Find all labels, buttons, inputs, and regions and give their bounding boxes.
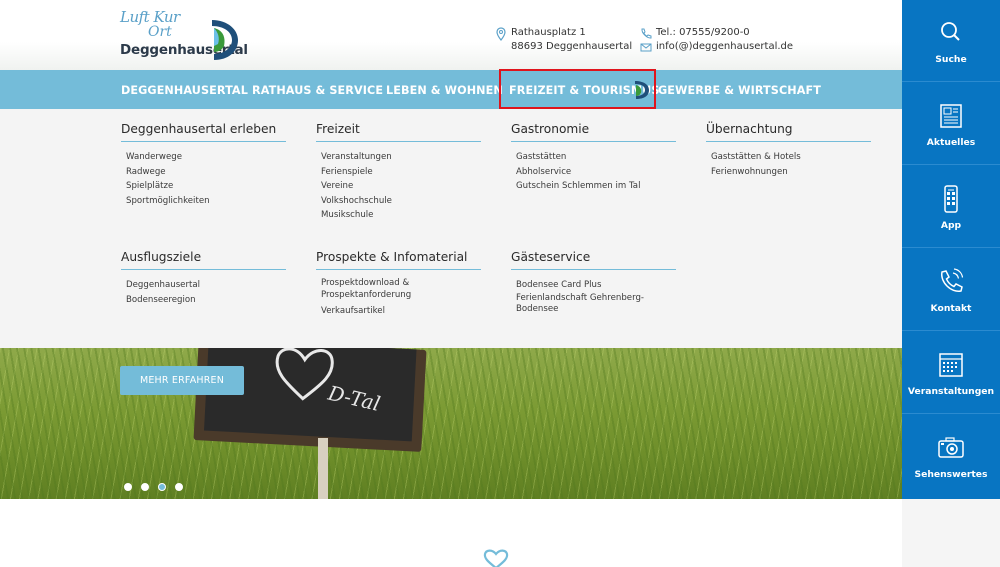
menu-link[interactable]: Ferienwohnungen bbox=[711, 165, 871, 180]
phone-icon bbox=[641, 28, 652, 39]
slider-dot[interactable] bbox=[141, 483, 149, 491]
phone-icon bbox=[941, 268, 964, 292]
menu-column-title: Prospekte & Infomaterial bbox=[316, 250, 481, 270]
menu-link[interactable]: Musikschule bbox=[321, 208, 481, 223]
menu-link[interactable]: Gaststätten & Hotels bbox=[711, 150, 871, 165]
sidebar-item-label: Sehenswertes bbox=[914, 469, 988, 480]
menu-link[interactable]: Bodenseeregion bbox=[126, 293, 286, 308]
heart-icon bbox=[483, 549, 509, 567]
slider-dot[interactable] bbox=[175, 483, 183, 491]
menu-link[interactable]: Volkshochschule bbox=[321, 194, 481, 209]
sidebar-item-label: App bbox=[940, 220, 962, 231]
menu-column-gastronomie: Gastronomie Gaststätten Abholservice Gut… bbox=[511, 122, 676, 194]
smartphone-icon bbox=[944, 185, 958, 213]
nav-item-deggenhausertal[interactable]: DEGGENHAUSERTAL bbox=[121, 70, 248, 109]
menu-column-title: Deggenhausertal erleben bbox=[121, 122, 286, 142]
location-pin-icon bbox=[496, 27, 506, 41]
email-link[interactable]: info(@)deggenhausertal.de bbox=[656, 40, 793, 54]
sidebar-item-aktuelles[interactable]: Aktuelles bbox=[902, 83, 1000, 165]
menu-link[interactable]: Deggenhausertal bbox=[126, 278, 286, 293]
menu-link[interactable]: Gutschein Schlemmen im Tal bbox=[516, 179, 676, 194]
menu-link[interactable]: Prospektdownload & Prospektanforderung bbox=[321, 278, 431, 301]
more-info-button[interactable]: MEHR ERFAHREN bbox=[120, 366, 244, 395]
phone-number[interactable]: Tel.: 07555/9200-0 bbox=[656, 26, 793, 40]
sidebar-item-label: Aktuelles bbox=[926, 137, 976, 148]
site-logo[interactable]: Luft Kur Ort Deggenhausertal bbox=[120, 8, 248, 64]
sidebar-item-label: Suche bbox=[935, 54, 967, 65]
newspaper-icon bbox=[940, 104, 962, 128]
menu-column-gaesteservice: Gästeservice Bodensee Card Plus Ferienla… bbox=[511, 250, 676, 319]
content-section bbox=[0, 499, 902, 567]
logo-script-line2: Ort bbox=[148, 24, 172, 40]
menu-link[interactable]: Radwege bbox=[126, 165, 286, 180]
search-icon bbox=[941, 22, 960, 41]
menu-link[interactable]: Ferienlandschaft Gehrenberg-Bodensee bbox=[516, 293, 646, 316]
slider-dot[interactable] bbox=[124, 483, 132, 491]
menu-column-title: Übernachtung bbox=[706, 122, 871, 142]
menu-link[interactable]: Bodensee Card Plus bbox=[516, 278, 676, 293]
sidebar-item-label: Kontakt bbox=[930, 303, 972, 314]
menu-column-freizeit: Freizeit Veranstaltungen Ferienspiele Ve… bbox=[316, 122, 481, 223]
logo-mark-icon bbox=[212, 20, 238, 60]
address-line-2: 88693 Deggenhausertal bbox=[511, 41, 633, 52]
menu-column-prospekte: Prospekte & Infomaterial Prospektdownloa… bbox=[316, 250, 481, 319]
menu-link[interactable]: Veranstaltungen bbox=[321, 150, 481, 165]
menu-link[interactable]: Verkaufsartikel bbox=[321, 304, 481, 319]
menu-column-title: Gästeservice bbox=[511, 250, 676, 270]
main-nav: DEGGENHAUSERTAL RATHAUS & SERVICE LEBEN … bbox=[0, 70, 902, 109]
menu-link[interactable]: Ferienspiele bbox=[321, 165, 481, 180]
nav-active-highlight bbox=[499, 69, 656, 109]
menu-link[interactable]: Gaststätten bbox=[516, 150, 676, 165]
menu-link[interactable]: Abholservice bbox=[516, 165, 676, 180]
menu-column-ausflugsziele: Ausflugsziele Deggenhausertal Bodenseere… bbox=[121, 250, 286, 307]
contact-address: Rathausplatz 1 88693 Deggenhausertal bbox=[495, 26, 632, 54]
menu-column-title: Gastronomie bbox=[511, 122, 676, 142]
contact-phone-email: Tel.: 07555/9200-0 info(@)deggenhauserta… bbox=[640, 26, 793, 54]
menu-link[interactable]: Sportmöglichkeiten bbox=[126, 194, 286, 209]
mail-icon bbox=[640, 43, 652, 52]
site-header: Luft Kur Ort Deggenhausertal Rathausplat… bbox=[0, 0, 902, 70]
camera-icon bbox=[938, 437, 964, 458]
hero-chalkboard-image: D-Tal bbox=[193, 348, 427, 452]
logo-script-line1: Luft Kur bbox=[120, 8, 180, 26]
sidebar-item-label: Veranstaltungen bbox=[907, 386, 995, 397]
slider-dot-active[interactable] bbox=[158, 483, 166, 491]
sidebar-item-suche[interactable]: Suche bbox=[902, 0, 1000, 82]
sidebar-item-app[interactable]: App bbox=[902, 166, 1000, 248]
menu-column-title: Freizeit bbox=[316, 122, 481, 142]
nav-item-leben-wohnen[interactable]: LEBEN & WOHNEN bbox=[386, 70, 503, 109]
menu-link[interactable]: Spielplätze bbox=[126, 179, 286, 194]
sidebar-item-veranstaltungen[interactable]: Veranstaltungen bbox=[902, 332, 1000, 414]
menu-column-erleben: Deggenhausertal erleben Wanderwege Radwe… bbox=[121, 122, 286, 208]
sidebar-bottom-area bbox=[902, 499, 1000, 567]
sidebar-item-sehenswertes[interactable]: Sehenswertes bbox=[902, 415, 1000, 497]
quick-links-sidebar: Suche Aktuelles App Kontakt Veranstaltun… bbox=[902, 0, 1000, 499]
nav-item-gewerbe-wirtschaft[interactable]: GEWERBE & WIRTSCHAFT bbox=[658, 70, 821, 109]
chalkboard-stake bbox=[318, 438, 328, 499]
sidebar-item-kontakt[interactable]: Kontakt bbox=[902, 249, 1000, 331]
address-line-1: Rathausplatz 1 bbox=[511, 27, 586, 38]
menu-column-title: Ausflugsziele bbox=[121, 250, 286, 270]
calendar-icon bbox=[939, 353, 963, 377]
nav-item-rathaus-service[interactable]: RATHAUS & SERVICE bbox=[252, 70, 383, 109]
mega-menu: Deggenhausertal erleben Wanderwege Radwe… bbox=[0, 109, 902, 348]
menu-link[interactable]: Wanderwege bbox=[126, 150, 286, 165]
menu-column-uebernachtung: Übernachtung Gaststätten & Hotels Ferien… bbox=[706, 122, 871, 179]
menu-link[interactable]: Vereine bbox=[321, 179, 481, 194]
